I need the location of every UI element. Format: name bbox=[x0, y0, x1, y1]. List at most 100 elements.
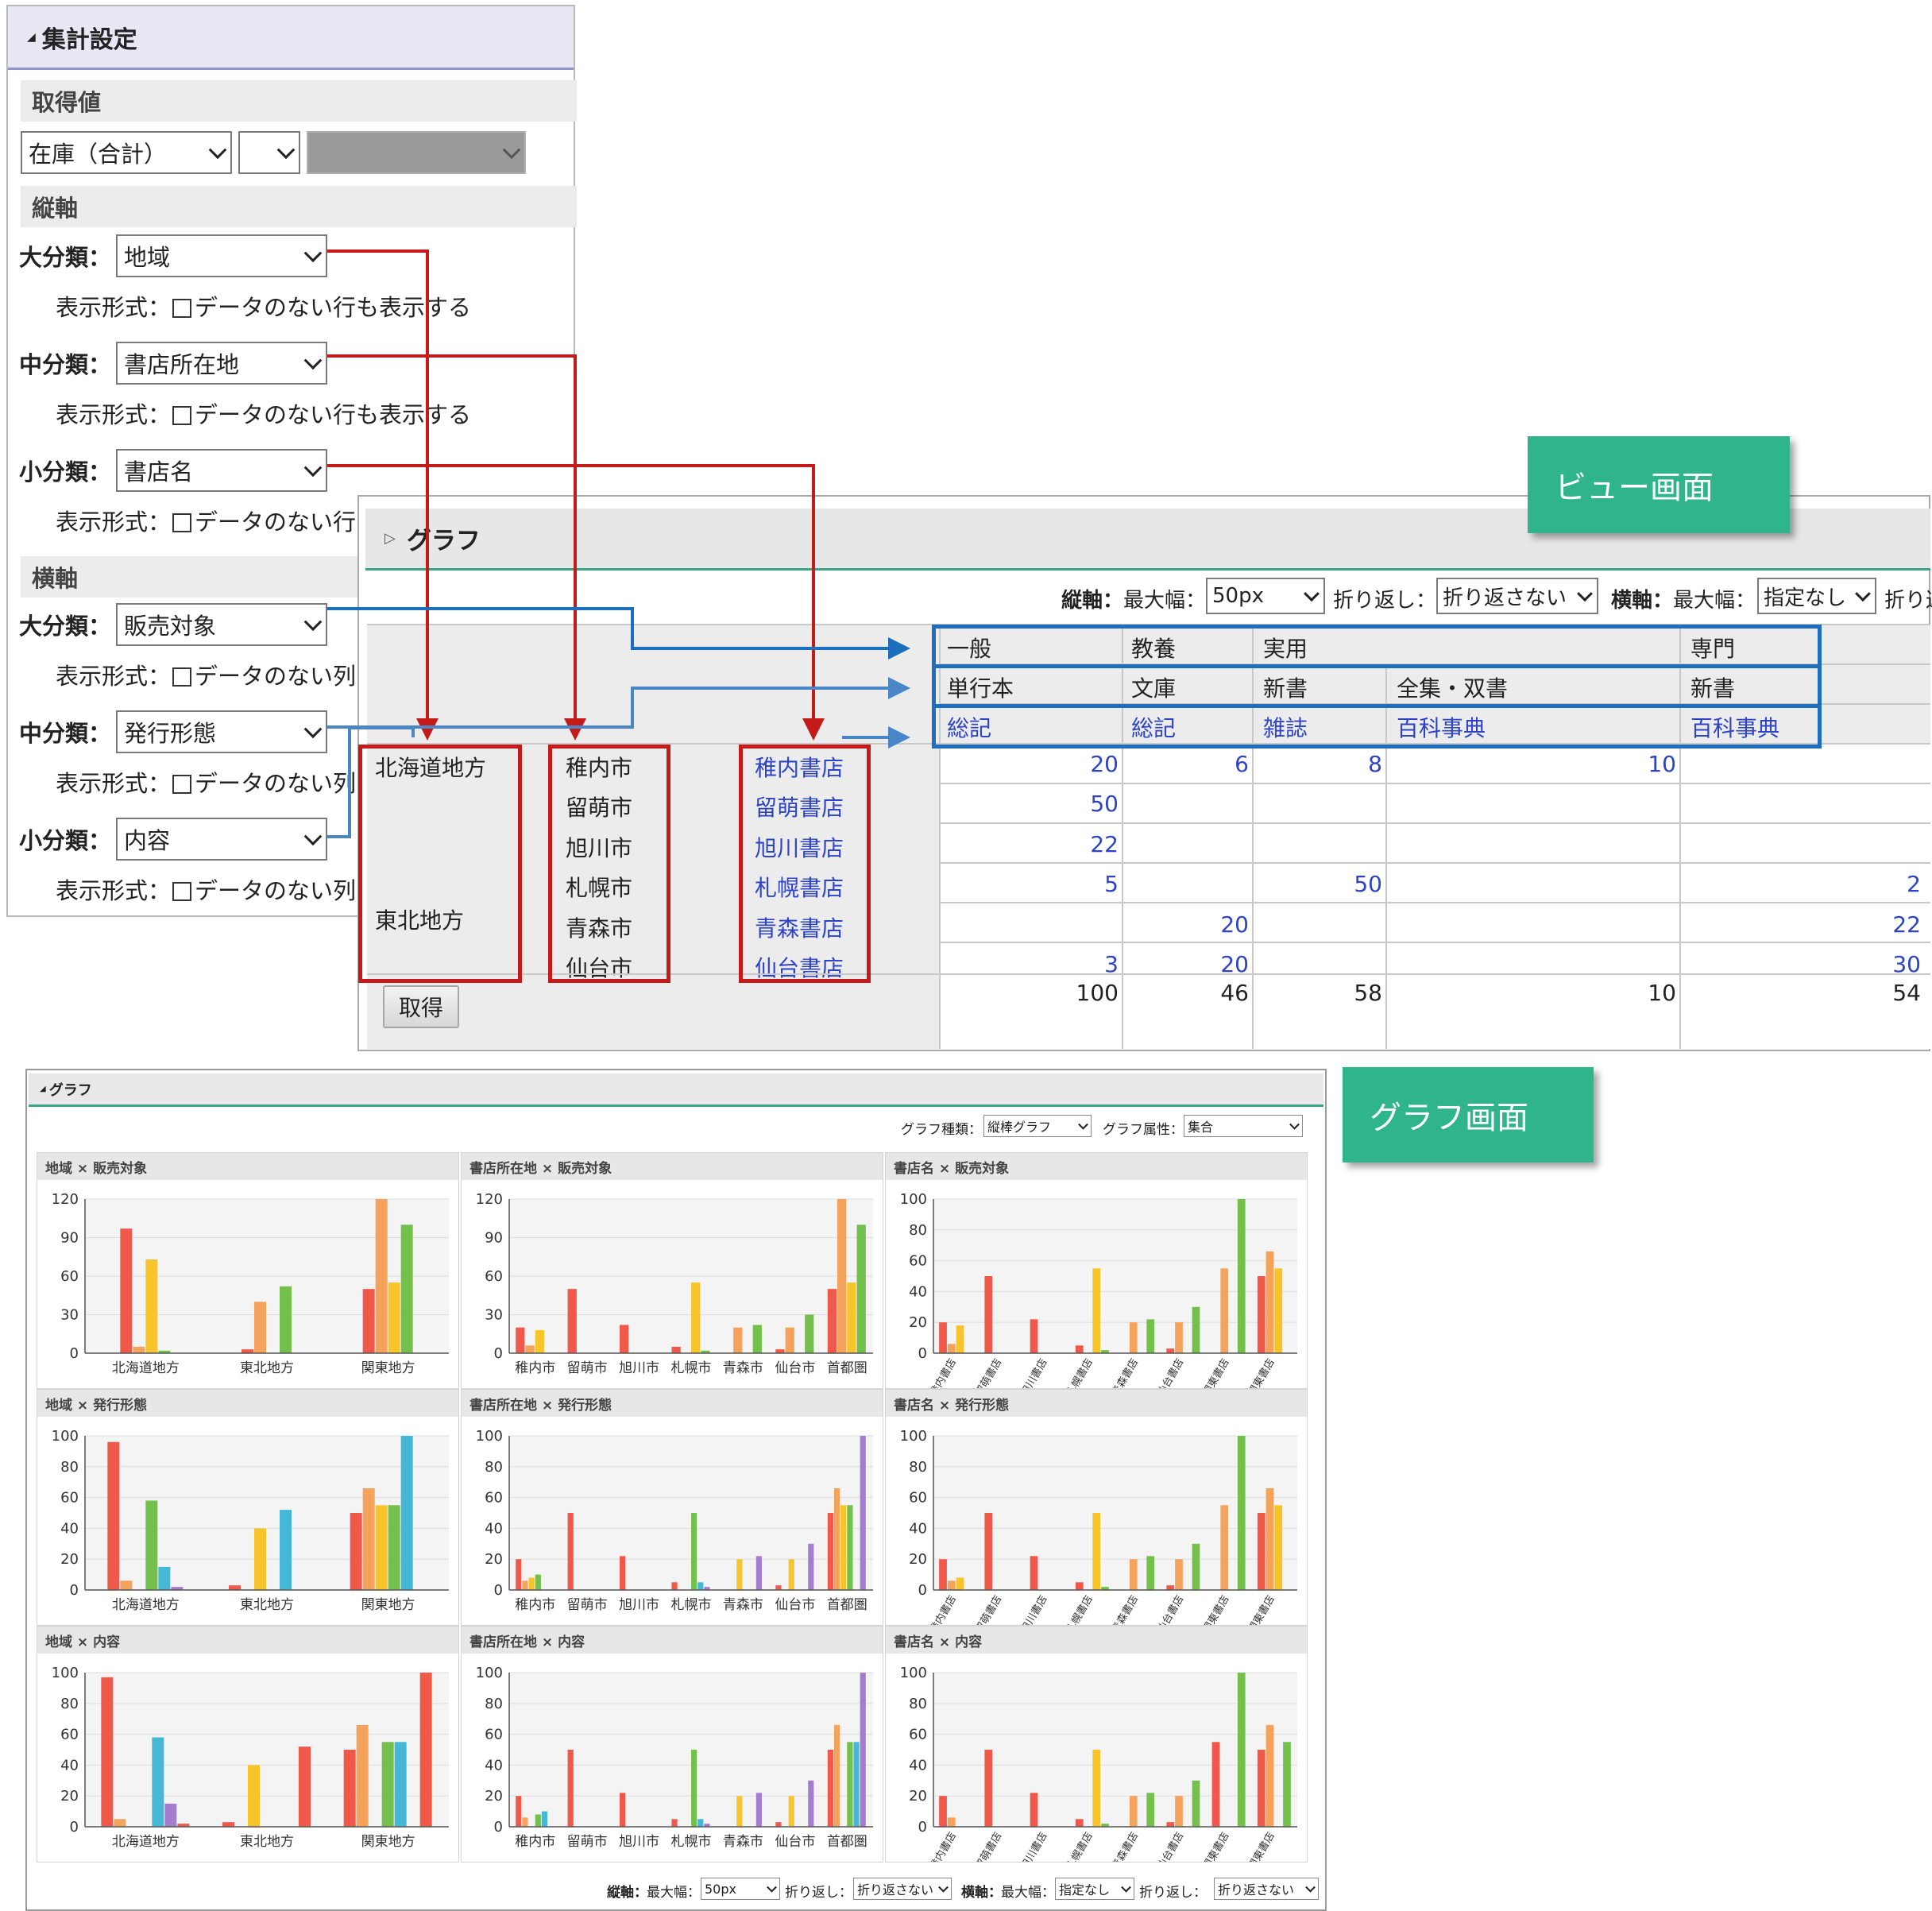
y-tick-label: 40 bbox=[909, 1283, 927, 1300]
chevron-down-icon bbox=[767, 1882, 777, 1893]
bar bbox=[697, 1819, 704, 1827]
bar bbox=[1211, 1742, 1220, 1827]
view-panel: ▷ グラフ 縦軸： 最大幅： 50px 折り返し： 折り返さない 横軸： 最大幅… bbox=[357, 495, 1932, 1051]
checkbox[interactable] bbox=[172, 406, 192, 425]
footer-max-width-select[interactable]: 50px bbox=[701, 1878, 780, 1900]
footer-h-max-width-select[interactable]: 指定なし bbox=[1055, 1878, 1134, 1900]
bar bbox=[1220, 1505, 1229, 1590]
v-minor-select[interactable]: 書店名 bbox=[116, 449, 327, 492]
cell-r3-c0[interactable]: 5 bbox=[941, 871, 1119, 897]
x-tick-label: 関東地方 bbox=[361, 1360, 415, 1376]
checkbox[interactable] bbox=[172, 513, 192, 532]
cell-r3-c2[interactable]: 50 bbox=[1252, 871, 1382, 897]
wrap-label: 折り返し： bbox=[1333, 589, 1437, 613]
max-width-select[interactable]: 50px bbox=[1206, 578, 1325, 614]
bar bbox=[671, 1582, 678, 1590]
cell-r0-c1[interactable]: 6 bbox=[1122, 751, 1249, 777]
store-link-0[interactable]: 稚内書店 bbox=[755, 751, 844, 783]
footer-wrap-select[interactable]: 折り返さない bbox=[853, 1878, 952, 1900]
collapse-triangle-icon[interactable]: ◢ bbox=[27, 31, 36, 44]
bar bbox=[280, 1510, 292, 1590]
cell-r4-c1[interactable]: 20 bbox=[1122, 911, 1249, 938]
chart-svg: 0 20 40 60 80 100 稚内書店 留萌書店 旭川書店 札幌書店 青森書店 仙台書店 北関東書… bbox=[900, 1428, 1297, 1625]
col-l3-link-3[interactable]: 百科事典 bbox=[1397, 711, 1486, 743]
bar bbox=[939, 1322, 947, 1353]
bar bbox=[1129, 1796, 1138, 1827]
checkbox[interactable] bbox=[172, 882, 192, 901]
settings-header[interactable]: ◢ 集計設定 bbox=[8, 6, 574, 70]
bar bbox=[1146, 1319, 1155, 1353]
bar bbox=[1257, 1276, 1265, 1353]
x-tick-label: 青森市 bbox=[723, 1360, 763, 1376]
x-tick-label: 札幌書店 bbox=[1064, 1356, 1095, 1388]
cell-r0-c0[interactable]: 20 bbox=[941, 751, 1119, 777]
bar bbox=[567, 1513, 574, 1590]
checkbox[interactable] bbox=[172, 775, 192, 794]
store-link-1[interactable]: 留萌書店 bbox=[755, 791, 844, 822]
v-middle-select[interactable]: 書店所在地 bbox=[116, 342, 327, 385]
wrap-select[interactable]: 折り返さない bbox=[1436, 578, 1598, 614]
value-select-2[interactable] bbox=[238, 131, 300, 174]
cell-r0-c2[interactable]: 8 bbox=[1252, 751, 1382, 777]
graph-attr-select[interactable]: 集合 bbox=[1184, 1115, 1303, 1137]
chevron-down-icon bbox=[303, 458, 323, 478]
footer-v-axis-label: 縦軸： bbox=[607, 1885, 647, 1901]
footer-h-wrap-select[interactable]: 折り返さない bbox=[1214, 1878, 1319, 1900]
col-l3-link-4[interactable]: 百科事典 bbox=[1690, 711, 1779, 743]
store-link-3[interactable]: 札幌書店 bbox=[755, 871, 844, 903]
y-tick-label: 120 bbox=[52, 1191, 79, 1208]
cell-r4-c4[interactable]: 22 bbox=[1679, 911, 1921, 938]
y-tick-label: 60 bbox=[485, 1727, 503, 1743]
y-tick-label: 20 bbox=[485, 1551, 503, 1568]
grid-line bbox=[1122, 624, 1123, 1049]
h-minor-select[interactable]: 内容 bbox=[116, 818, 327, 861]
bar bbox=[691, 1750, 697, 1827]
expand-triangle-icon[interactable]: ▷ bbox=[384, 530, 396, 547]
settings-title: 集計設定 bbox=[41, 25, 137, 54]
cell-r2-c0[interactable]: 22 bbox=[941, 831, 1119, 857]
store-link-2[interactable]: 旭川書店 bbox=[755, 831, 844, 863]
y-tick-label: 40 bbox=[909, 1520, 927, 1537]
chart-svg: 0 20 40 60 80 100 北海道地方 東北地方 関東地方 bbox=[52, 1665, 449, 1850]
graph-attr-label: グラフ属性： bbox=[1103, 1122, 1184, 1138]
bar bbox=[381, 1742, 394, 1827]
y-tick-label: 80 bbox=[909, 1696, 927, 1712]
h-minor-display-option: 表示形式： データのない列 bbox=[56, 872, 356, 906]
col-l1-kyoyo: 教養 bbox=[1131, 636, 1177, 662]
store-link-5[interactable]: 仙台書店 bbox=[755, 951, 844, 983]
h-major-select[interactable]: 販売対象 bbox=[116, 603, 327, 646]
graph-header[interactable]: ◢ グラフ bbox=[29, 1073, 1323, 1107]
v-major-select[interactable]: 地域 bbox=[116, 234, 327, 277]
h-max-width-select[interactable]: 指定なし bbox=[1757, 578, 1876, 614]
h-middle-select[interactable]: 発行形態 bbox=[116, 710, 327, 753]
bar bbox=[827, 1750, 833, 1827]
y-tick-label: 40 bbox=[485, 1520, 503, 1537]
fetch-button[interactable]: 取得 bbox=[383, 985, 459, 1028]
h-major-select-text: 販売対象 bbox=[124, 613, 217, 640]
bar bbox=[947, 1817, 956, 1827]
cell-r3-c4[interactable]: 2 bbox=[1679, 871, 1921, 897]
cell-r0-c3[interactable]: 10 bbox=[1385, 751, 1676, 777]
collapse-triangle-icon[interactable]: ◢ bbox=[40, 1085, 46, 1093]
graph-type-select[interactable]: 縦棒グラフ bbox=[983, 1115, 1092, 1137]
value-select[interactable]: 在庫（合計） bbox=[21, 131, 232, 174]
total-c1: 46 bbox=[1220, 980, 1249, 1006]
checkbox[interactable] bbox=[172, 299, 192, 318]
graph-attr-value: 集合 bbox=[1188, 1120, 1214, 1135]
footer-max-width-label: 最大幅： bbox=[647, 1885, 701, 1901]
col-l3-link-1[interactable]: 総記 bbox=[1131, 711, 1176, 743]
chart-svg: 0 20 40 60 80 100 稚内書店 留萌書店 旭川書店 札幌書店 青森書店 仙台書店 北関東書… bbox=[900, 1191, 1297, 1388]
bar bbox=[840, 1505, 847, 1590]
col-l3-link-0[interactable]: 総記 bbox=[947, 711, 991, 743]
checkbox[interactable] bbox=[172, 667, 192, 687]
h-middle-select-text: 発行形態 bbox=[124, 720, 217, 747]
bar bbox=[522, 1817, 528, 1827]
store-link-4[interactable]: 青森書店 bbox=[755, 911, 844, 943]
cell-r1-c0[interactable]: 50 bbox=[941, 791, 1119, 817]
chart-panel: 地域 × 発行形態 0 20 40 60 80 100 北海道地方 東北地方 関東地方 bbox=[37, 1389, 459, 1626]
h-axis-label: 横軸： bbox=[1611, 589, 1674, 613]
col-l3-link-2[interactable]: 雑誌 bbox=[1263, 711, 1308, 743]
checkbox-text: データのない行 bbox=[195, 509, 357, 536]
h-wrap-label: 折り返 bbox=[1884, 589, 1932, 613]
bar bbox=[939, 1559, 947, 1590]
